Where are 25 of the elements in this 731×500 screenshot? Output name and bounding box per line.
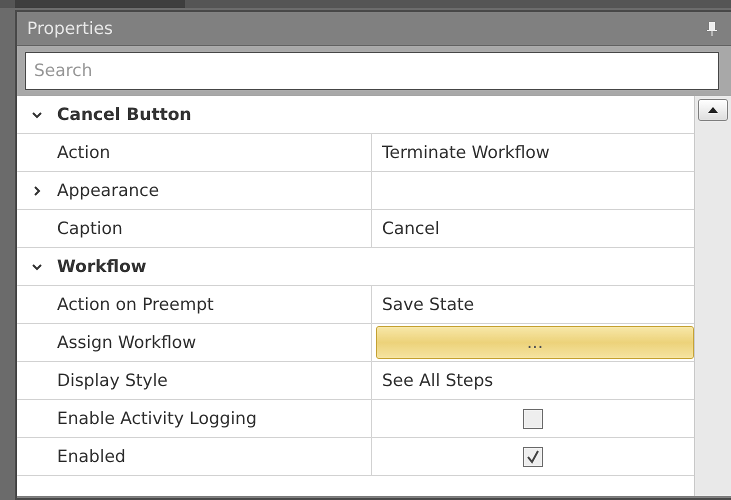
category-header: Workflow — [57, 256, 146, 276]
property-value: Terminate Workflow — [382, 142, 550, 162]
scroll-up-button[interactable] — [698, 99, 728, 121]
search-field[interactable]: Search — [25, 52, 719, 90]
pin-icon[interactable] — [705, 20, 719, 36]
property-name: Action on Preempt — [57, 294, 215, 314]
category-header: Cancel Button — [57, 104, 192, 124]
property-name: Appearance — [57, 180, 160, 200]
property-name: Enabled — [57, 446, 127, 466]
panel-title: Properties — [27, 18, 113, 38]
property-value: See All Steps — [382, 370, 494, 390]
property-name: Enable Activity Logging — [57, 408, 258, 428]
ellipsis-button[interactable]: ... — [376, 326, 694, 359]
property-value: Save State — [382, 294, 474, 314]
property-name: Caption — [57, 218, 124, 238]
chevron-right-icon[interactable] — [32, 186, 42, 196]
chevron-down-icon[interactable] — [32, 262, 42, 272]
property-name: Display Style — [57, 370, 169, 390]
property-value: Cancel — [382, 218, 440, 238]
chevron-down-icon[interactable] — [32, 110, 42, 120]
up-arrow-icon — [707, 106, 719, 114]
property-name: Action — [57, 142, 112, 162]
checkbox[interactable] — [523, 446, 543, 466]
checkbox[interactable] — [523, 408, 543, 428]
property-name: Assign Workflow — [57, 332, 198, 352]
